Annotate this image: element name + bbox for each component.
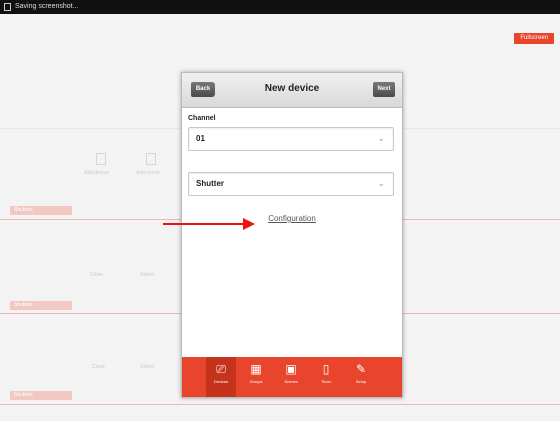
chevron-down-icon: ⌄ <box>377 133 385 143</box>
device-type-select[interactable]: Shutter ⌄ <box>188 172 394 196</box>
scenes-icon: ▣ <box>285 362 297 376</box>
annotation-arrow-line <box>163 223 247 225</box>
bg-label: Select <box>140 272 154 278</box>
bg-device-icon <box>96 153 106 165</box>
dialog-header: Back New device Next <box>182 73 402 108</box>
bg-row-tab: Shutters <box>10 206 72 215</box>
configuration-link[interactable]: Configuration <box>182 214 402 223</box>
nav-label: Setup <box>355 379 367 384</box>
nav-item-scenes[interactable]: ▣ Scenes <box>276 357 306 397</box>
bg-label: Close <box>90 272 103 278</box>
bg-label: Close <box>92 364 105 370</box>
annotation-arrow-head-icon <box>243 218 255 230</box>
next-button[interactable]: Next <box>373 82 395 97</box>
bg-label: Add scene <box>136 170 160 176</box>
device-type-value: Shutter <box>196 179 224 188</box>
chevron-down-icon: ⌄ <box>377 178 385 188</box>
nav-label: Scenes <box>284 379 298 384</box>
nav-item-devices[interactable]: ⎚ Devices <box>206 357 236 397</box>
channel-select[interactable]: 01 ⌄ <box>188 127 394 151</box>
new-device-dialog: Back New device Next Channel 01 ⌄ Shutte… <box>181 72 403 398</box>
status-bar: Saving screenshot... <box>0 0 560 14</box>
bottom-nav: ⎚ Devices ▦ Groups ▣ Scenes ▯ Timer ✎ Se… <box>182 357 402 397</box>
setup-icon: ✎ <box>355 362 367 376</box>
nav-label: Groups <box>249 379 263 384</box>
nav-item-groups[interactable]: ▦ Groups <box>241 357 271 397</box>
dialog-title: New device <box>264 83 320 94</box>
bg-row-tab: Shutters <box>10 391 72 400</box>
nav-label: Timer <box>320 379 332 384</box>
bg-label: Select <box>140 364 154 370</box>
device-icon: ⎚ <box>216 362 226 376</box>
save-icon <box>4 3 11 11</box>
timer-icon: ▯ <box>322 362 330 376</box>
bg-row-line <box>0 404 560 405</box>
bg-row-tab: Shutters <box>10 301 72 310</box>
status-text: Saving screenshot... <box>15 3 79 10</box>
nav-item-setup[interactable]: ✎ Setup <box>346 357 376 397</box>
nav-label: Devices <box>213 379 229 384</box>
channel-label: Channel <box>188 115 216 122</box>
bg-label: Add device <box>84 170 109 176</box>
channel-value: 01 <box>196 134 205 143</box>
bg-scene-icon <box>146 153 156 165</box>
fullscreen-button[interactable]: Fullscreen <box>514 33 554 44</box>
groups-icon: ▦ <box>250 362 262 376</box>
nav-item-timer[interactable]: ▯ Timer <box>311 357 341 397</box>
